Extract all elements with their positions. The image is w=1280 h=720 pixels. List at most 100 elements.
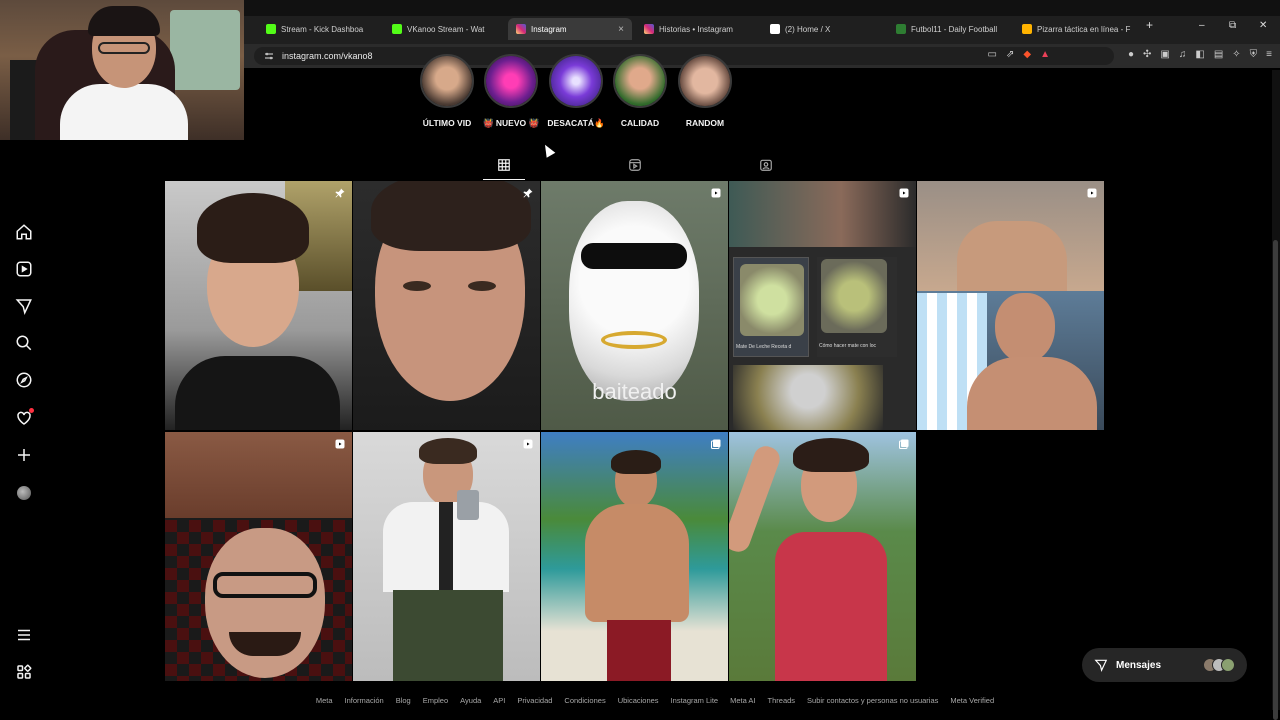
wallet-icon[interactable]: ▤	[1214, 49, 1223, 60]
post-tile[interactable]: baiteado	[541, 181, 728, 430]
brave-shield-icon[interactable]: ◆	[1023, 49, 1031, 60]
browser-tab-bar: Stream - Kick Dashboa VKanoo Stream - Wa…	[244, 0, 1280, 44]
pinned-icon	[335, 188, 345, 198]
close-window-button[interactable]: ✕	[1259, 20, 1267, 31]
person-hair	[197, 193, 309, 263]
highlight-desacata[interactable]: DESACATÁ🔥	[545, 54, 607, 128]
explore-icon[interactable]	[14, 370, 34, 390]
reel-icon	[1087, 188, 1097, 198]
tab-tagged-icon[interactable]	[756, 156, 776, 174]
gold-chain	[601, 331, 667, 349]
footer-link[interactable]: Instagram Lite	[671, 696, 719, 705]
vpn-icon[interactable]: ⛨	[1250, 49, 1258, 60]
search-icon[interactable]	[14, 333, 34, 353]
tab-posts-grid-icon[interactable]	[494, 156, 514, 174]
post-tile[interactable]	[353, 181, 540, 430]
browser-tab-6[interactable]: Futbol11 - Daily Football	[888, 18, 1012, 40]
post-tile[interactable]	[729, 432, 916, 681]
phone	[457, 490, 479, 520]
browser-tab-5[interactable]: (2) Home / X	[762, 18, 884, 40]
instagram-icon	[516, 24, 526, 34]
instagram-icon	[644, 24, 654, 34]
sidebar-icon[interactable]: ◧	[1195, 49, 1204, 60]
direct-messages-icon[interactable]	[14, 296, 34, 316]
footer-link[interactable]: Threads	[768, 696, 796, 705]
streamer-glasses	[98, 42, 150, 54]
rewards-icon[interactable]: ▲	[1040, 49, 1050, 60]
profile-avatar[interactable]	[14, 483, 34, 503]
post-tile[interactable]: Mate De Leche Receta d Cómo hacer mate c…	[729, 181, 916, 430]
shirt-stripe	[439, 502, 453, 592]
browser-tab-1[interactable]: Stream - Kick Dashboa	[258, 18, 382, 40]
reels-icon[interactable]	[14, 259, 34, 279]
footer-link[interactable]: Información	[345, 696, 384, 705]
footer-link[interactable]: Meta	[316, 696, 333, 705]
streamer-hair	[88, 6, 160, 36]
tab-label: Pizarra táctica en línea - F	[1037, 24, 1131, 34]
screenshot-card: Mate De Leche Receta d	[733, 257, 809, 357]
highlight-random[interactable]: RANDOM	[674, 54, 736, 128]
browser-tab-7[interactable]: Pizarra táctica en línea - F	[1014, 18, 1138, 40]
highlight-nuevo[interactable]: 👹 NUEVO 👹	[480, 54, 542, 128]
highlight-ultimo-vid[interactable]: ÚLTIMO VID	[416, 54, 478, 128]
footer-link[interactable]: Ubicaciones	[618, 696, 659, 705]
messages-button[interactable]: Mensajes	[1082, 648, 1247, 682]
tab-label: (2) Home / X	[785, 24, 831, 34]
leo-ai-icon[interactable]: ✧	[1232, 49, 1240, 60]
menu-icon[interactable]: ≡	[1266, 49, 1272, 60]
post-tile[interactable]	[353, 432, 540, 681]
highlight-thumbnail	[420, 54, 474, 108]
tab-reels-icon[interactable]	[625, 156, 645, 174]
create-plus-icon[interactable]	[14, 445, 34, 465]
highlight-label: RANDOM	[685, 118, 725, 128]
tab-label: Futbol11 - Daily Football	[911, 24, 998, 34]
close-tab-icon[interactable]: ×	[618, 24, 624, 35]
footer-link[interactable]: Blog	[396, 696, 411, 705]
extensions-icon[interactable]: ✣	[1143, 49, 1151, 60]
screenshot-icon[interactable]: ▣	[1160, 49, 1169, 60]
browser-tab-instagram[interactable]: Instagram ×	[508, 18, 632, 40]
messages-label: Mensajes	[1116, 659, 1162, 671]
footer-link[interactable]: Subir contactos y personas no usuarias	[807, 696, 938, 705]
scrollbar-thumb[interactable]	[1273, 240, 1278, 720]
highlight-thumbnail	[484, 54, 538, 108]
post-tile[interactable]	[165, 181, 352, 430]
post-tile[interactable]	[165, 432, 352, 681]
tab-strip-top	[244, 0, 1280, 16]
avatar	[1221, 658, 1235, 672]
new-tab-button[interactable]: +	[1146, 18, 1153, 32]
reel-icon	[899, 188, 909, 198]
left-eye	[403, 281, 431, 291]
posts-grid: baiteado Mate De Leche Receta d Cómo hac…	[165, 181, 1105, 681]
site-settings-icon[interactable]	[264, 51, 274, 61]
footer-link[interactable]: API	[493, 696, 505, 705]
post-tile[interactable]	[541, 432, 728, 681]
browser-tab-4[interactable]: Historias • Instagram	[636, 18, 758, 40]
reel-icon	[335, 439, 345, 449]
minimize-button[interactable]: –	[1199, 20, 1205, 31]
footer-link[interactable]: Privacidad	[517, 696, 552, 705]
maximize-button[interactable]: ⧉	[1229, 20, 1236, 31]
home-icon[interactable]	[14, 222, 34, 242]
highlight-calidad[interactable]: CALIDAD	[609, 54, 671, 128]
post-tile[interactable]	[917, 181, 1104, 430]
tab-label: VKanoo Stream - Wat	[407, 24, 485, 34]
kick-icon	[266, 24, 276, 34]
footer-link[interactable]: Empleo	[423, 696, 448, 705]
notifications-heart-icon[interactable]	[14, 408, 34, 428]
record-icon[interactable]: ●	[1128, 49, 1134, 60]
footer-link[interactable]: Meta AI	[730, 696, 755, 705]
futbol-icon	[896, 24, 906, 34]
footer-link[interactable]: Meta Verified	[950, 696, 994, 705]
footer-link[interactable]: Condiciones	[564, 696, 605, 705]
page-scrollbar[interactable]	[1272, 70, 1280, 720]
browser-tab-2[interactable]: VKanoo Stream - Wat	[384, 18, 504, 40]
footer-link[interactable]: Ayuda	[460, 696, 481, 705]
also-from-meta-icon[interactable]	[14, 662, 34, 682]
mate-image	[740, 264, 804, 336]
cast-icon[interactable]: ▭	[988, 49, 997, 60]
more-menu-icon[interactable]	[14, 625, 34, 645]
media-icon[interactable]: ♫	[1179, 49, 1187, 60]
share-icon[interactable]: ⇗	[1006, 49, 1014, 60]
notification-dot	[29, 408, 34, 413]
